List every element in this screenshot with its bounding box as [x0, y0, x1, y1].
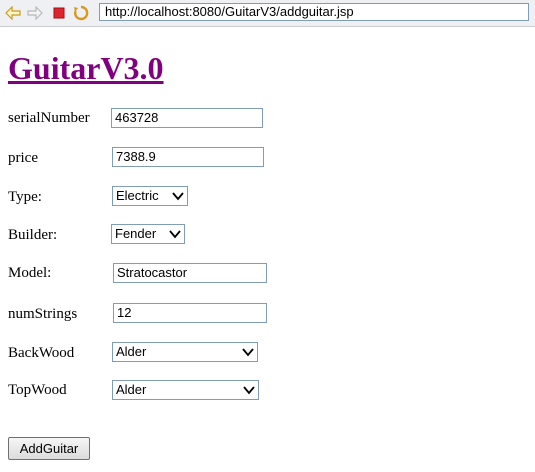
top-wood-select-value: Alder — [116, 382, 147, 397]
top-wood-select[interactable]: Alder — [112, 380, 259, 400]
type-select[interactable]: Electric — [112, 186, 188, 206]
model-label: Model: — [8, 265, 52, 281]
model-input[interactable]: Stratocastor — [113, 263, 267, 283]
page-title-link[interactable]: GuitarV3.0 — [8, 48, 164, 88]
num-strings-input[interactable]: 12 — [113, 303, 267, 323]
builder-label: Builder: — [8, 227, 58, 243]
back-arrow-icon[interactable] — [4, 4, 22, 22]
chevron-down-icon — [169, 230, 181, 239]
back-wood-select[interactable]: Alder — [112, 342, 258, 362]
builder-select[interactable]: Fender — [111, 224, 185, 244]
chevron-down-icon — [242, 348, 254, 357]
type-select-value: Electric — [116, 188, 159, 203]
forward-arrow-icon[interactable] — [26, 4, 44, 22]
builder-select-value: Fender — [115, 226, 157, 241]
top-wood-label: TopWood — [8, 382, 67, 398]
back-wood-select-value: Alder — [116, 344, 147, 359]
serial-number-input[interactable]: 463728 — [111, 108, 263, 128]
price-input[interactable]: 7388.9 — [112, 147, 264, 167]
stop-icon[interactable] — [50, 4, 68, 22]
browser-toolbar: http://localhost:8080/GuitarV3/addguitar… — [0, 0, 535, 27]
address-bar[interactable]: http://localhost:8080/GuitarV3/addguitar… — [99, 3, 529, 21]
refresh-icon[interactable] — [72, 4, 90, 22]
price-label: price — [8, 150, 38, 166]
back-wood-label: BackWood — [8, 345, 75, 361]
add-guitar-button[interactable]: AddGuitar — [8, 437, 90, 460]
serial-number-label: serialNumber — [8, 110, 90, 126]
chevron-down-icon — [172, 192, 184, 201]
type-label: Type: — [8, 189, 42, 205]
num-strings-label: numStrings — [8, 306, 78, 322]
chevron-down-icon — [243, 386, 255, 395]
